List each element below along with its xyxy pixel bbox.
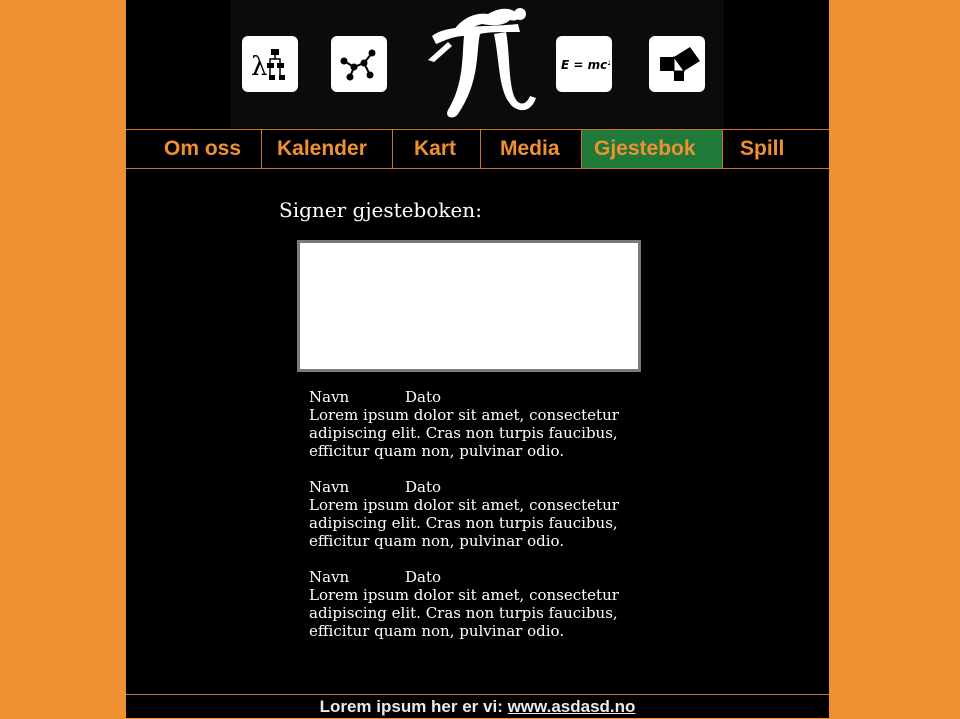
- entry-text: Lorem ipsum dolor sit amet, consectetur …: [309, 586, 619, 640]
- entry-text: Lorem ipsum dolor sit amet, consectetur …: [309, 406, 619, 460]
- footer-text: Lorem ipsum her er vi:: [319, 697, 508, 716]
- entry-name: Navn: [309, 478, 350, 496]
- entry-date: Dato: [405, 388, 442, 406]
- nav-item-spill[interactable]: Spill: [723, 130, 829, 168]
- emc2-icon: E = mc²: [556, 36, 612, 92]
- guestbook-entry: Navn Dato Lorem ipsum dolor sit amet, con…: [309, 568, 669, 640]
- lambda-flowchart-icon: λ: [242, 36, 298, 92]
- entry-name: Navn: [309, 388, 350, 406]
- graph-icon: [331, 36, 387, 92]
- nav-item-kalender[interactable]: Kalender: [262, 130, 393, 168]
- entry-text: Lorem ipsum dolor sit amet, consectetur …: [309, 496, 619, 550]
- entry-date: Dato: [405, 478, 442, 496]
- svg-text:E = mc²: E = mc²: [561, 58, 610, 72]
- svg-text:λ: λ: [251, 52, 267, 82]
- footer: Lorem ipsum her er vi: www.asdasd.no: [126, 694, 829, 719]
- pi-figure-icon: [418, 2, 544, 126]
- guestbook-title: Signer gjesteboken:: [279, 198, 482, 222]
- guestbook-message-input[interactable]: [297, 240, 641, 372]
- guestbook-entry: Navn Dato Lorem ipsum dolor sit amet, con…: [309, 388, 669, 460]
- nav-item-gjestebok[interactable]: Gjestebok: [582, 130, 723, 168]
- nav-item-om-oss[interactable]: Om oss: [126, 130, 262, 168]
- nav-item-media[interactable]: Media: [481, 130, 582, 168]
- nav-item-kart[interactable]: Kart: [393, 130, 481, 168]
- main-nav: Om oss Kalender Kart Media Gjestebok Spi…: [126, 129, 829, 169]
- footer-link[interactable]: www.asdasd.no: [508, 697, 636, 716]
- entry-name: Navn: [309, 568, 350, 586]
- header-banner: λ E = mc²: [230, 0, 724, 128]
- page-container: λ E = mc² Om oss Kalender Kart Media Gje…: [126, 0, 829, 718]
- guestbook-entries: Navn Dato Lorem ipsum dolor sit amet, con…: [309, 388, 669, 658]
- entry-date: Dato: [405, 568, 442, 586]
- guestbook-entry: Navn Dato Lorem ipsum dolor sit amet, con…: [309, 478, 669, 550]
- pythagoras-icon: [649, 36, 705, 92]
